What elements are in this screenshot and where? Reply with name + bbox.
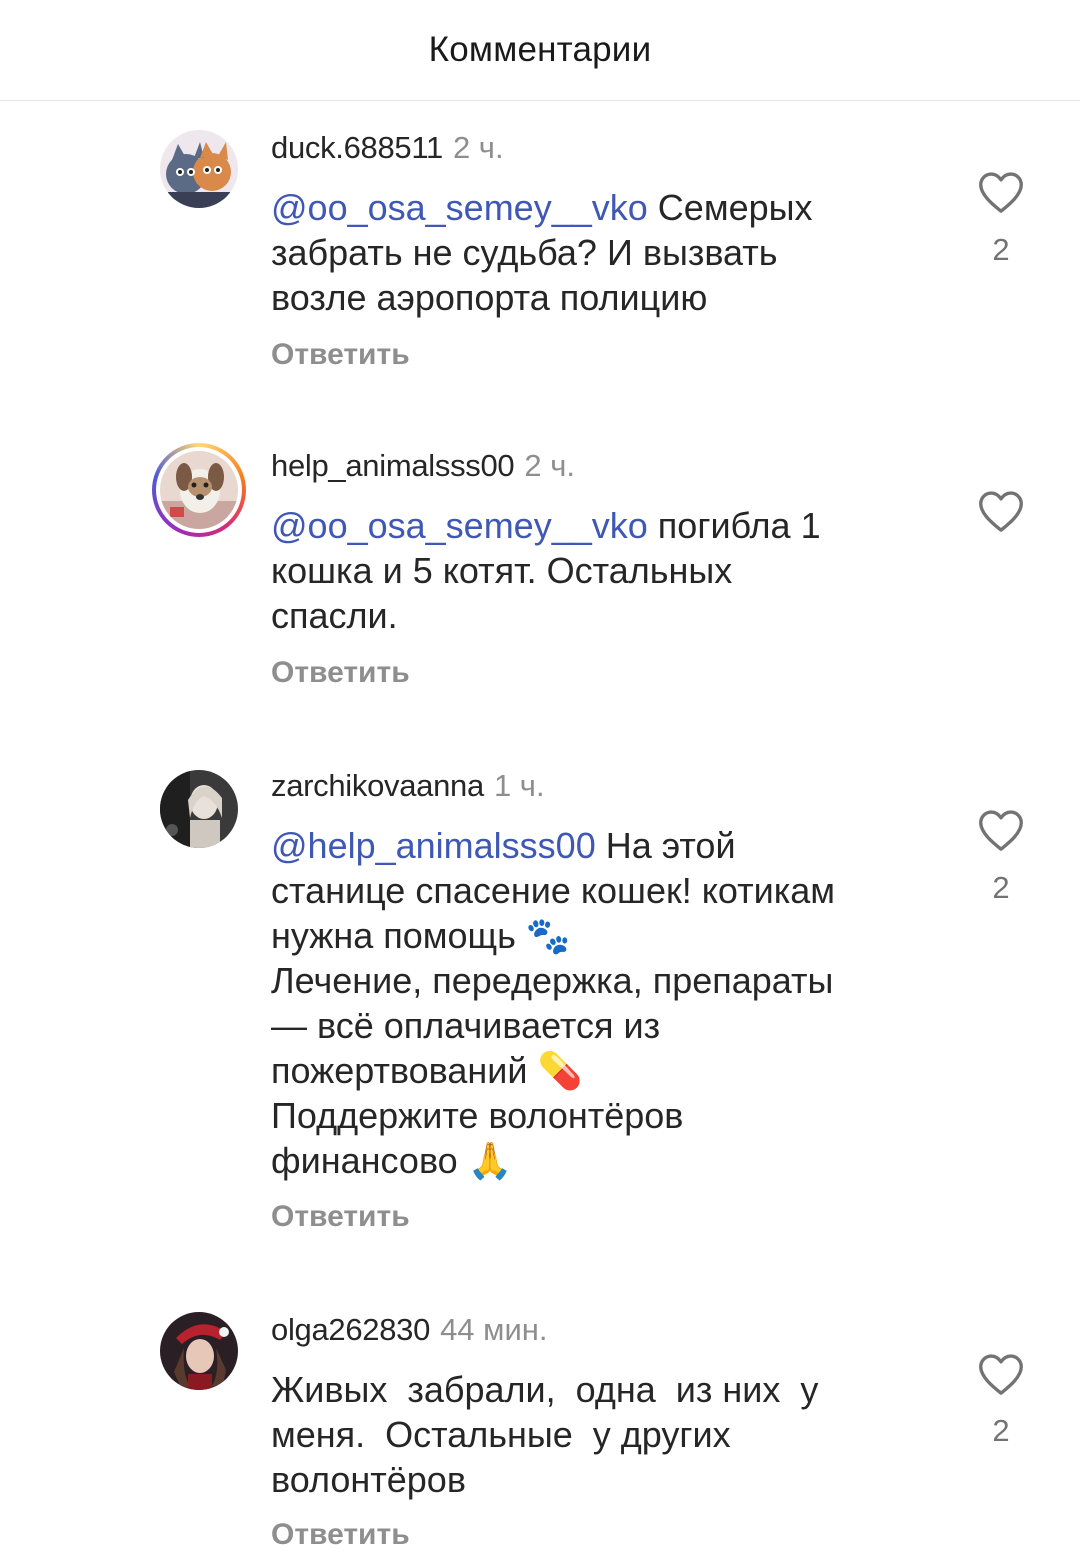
comments-header: Комментарии [0,0,1080,101]
avatar[interactable] [160,130,238,208]
comment-line: возле аэропорта полицию [271,277,708,318]
comment-meta: duck.688511 2 ч. [271,130,504,166]
comment-line: — всё оплачивается из [271,1005,661,1046]
heart-icon [979,491,1023,532]
comment-line: погибла 1 [657,505,821,546]
comment-line: меня. Остальные у других [271,1414,731,1455]
comment-text: @oo_osa_semey__vko погибла 1 кошка и 5 к… [271,503,911,638]
comment-text: @oo_osa_semey__vko Семерых забрать не су… [271,185,911,320]
comment-meta: olga262830 44 мин. [271,1312,548,1348]
comment-time: 1 ч. [493,768,545,803]
page-title: Комментарии [428,30,652,69]
avatar[interactable] [160,1312,238,1390]
reply-button[interactable]: Ответить [271,338,410,372]
comment-line: пожертвований 💊 [271,1050,583,1091]
woman-photo-avatar-icon [160,770,238,848]
heart-icon [979,810,1023,851]
like-button[interactable] [974,165,1028,219]
comment-line: Живых забрали, одна из них у [271,1369,819,1410]
mention-link[interactable]: @help_animalsss00 [271,825,596,866]
comment-time: 2 ч. [524,448,575,483]
comment-time: 2 ч. [452,130,504,165]
comment-username[interactable]: olga262830 [271,1312,430,1347]
comment-line: Семерых [657,187,813,228]
mention-link[interactable]: @oo_osa_semey__vko [271,505,648,546]
reply-button[interactable]: Ответить [271,1200,410,1234]
mention-link[interactable]: @oo_osa_semey__vko [271,187,648,228]
comment-line: Поддержите волонтёров [271,1095,684,1136]
comment-text: Живых забрали, одна из них у меня. Остал… [271,1367,911,1502]
like-button[interactable] [974,1347,1028,1401]
heart-icon [979,172,1023,213]
comment-time: 44 мин. [440,1312,548,1347]
cartoon-cats-avatar-icon [160,130,238,208]
reply-button[interactable]: Ответить [271,656,410,690]
comment-line: нужна помощь 🐾 [271,915,571,956]
avatar[interactable] [152,443,246,537]
comment-line: волонтёров [271,1459,466,1500]
comment-line: На этой [605,825,736,866]
comments-sheet: Комментарии duck.688511 2 ч. @oo_osa_sem… [0,0,1080,1567]
like-count: 2 [992,232,1010,267]
comment-line: Лечение, передержка, препараты [271,960,834,1001]
comment-line: кошка и 5 котят. Остальных [271,550,733,591]
comment-line: финансово 🙏 [271,1140,513,1181]
comment-username[interactable]: zarchikovaanna [271,768,484,803]
like-button[interactable] [974,484,1028,538]
dog-avatar-icon [160,451,238,529]
comment-username[interactable]: duck.688511 [271,130,443,165]
comment-line: забрать не судьба? И вызвать [271,232,778,273]
comment-line: спасли. [271,595,398,636]
comment-username[interactable]: help_animalsss00 [271,448,515,483]
comment-meta: zarchikovaanna 1 ч. [271,768,545,804]
like-button[interactable] [974,803,1028,857]
heart-icon [979,1354,1023,1395]
like-count: 2 [992,870,1010,905]
avatar[interactable] [160,770,238,848]
comment-text: @help_animalsss00 На этой станице спасен… [271,823,911,1183]
like-count: 2 [992,1413,1010,1448]
comment-meta: help_animalsss00 2 ч. [271,448,575,484]
comment-line: станице спасение кошек! котикам [271,870,836,911]
reply-button[interactable]: Ответить [271,1518,410,1552]
woman-red-hat-avatar-icon [160,1312,238,1390]
